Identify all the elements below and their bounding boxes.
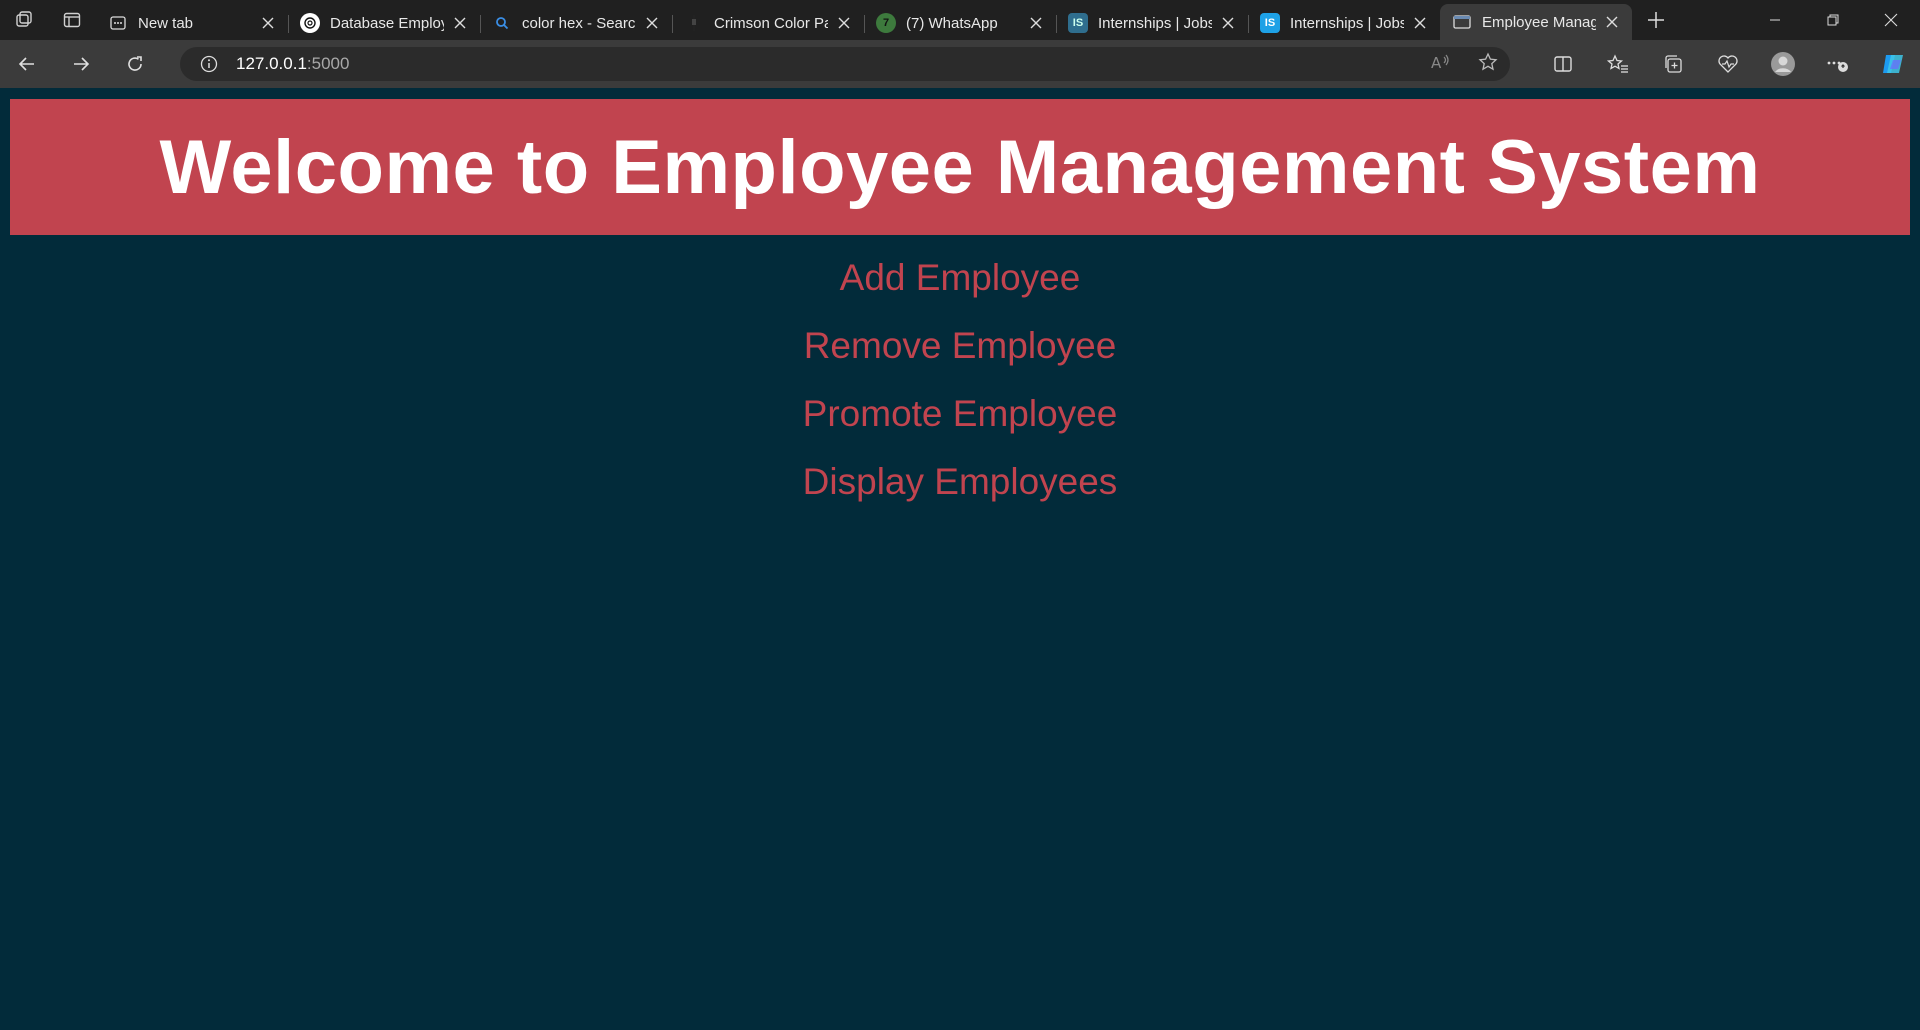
tab-title: color hex - Searc	[522, 14, 636, 32]
whatsapp-icon: 7	[876, 13, 896, 33]
page-title: Welcome to Employee Management System	[159, 124, 1761, 210]
newtab-icon	[108, 13, 128, 33]
forward-icon[interactable]	[54, 40, 108, 88]
search-icon	[492, 13, 512, 33]
close-tab-icon[interactable]	[1410, 13, 1430, 33]
display-employees-link[interactable]: Display Employees	[803, 458, 1118, 526]
tab-title: Database Employ	[330, 14, 444, 32]
settings-more-icon[interactable]	[1810, 40, 1865, 88]
read-aloud-icon[interactable]: A	[1430, 53, 1452, 76]
minimize-icon[interactable]	[1746, 0, 1804, 40]
tab-title: Crimson Color Pa	[714, 14, 828, 32]
tab-title: Internships | Jobs	[1290, 14, 1404, 32]
tab-database-employ[interactable]: Database Employ	[288, 6, 480, 40]
new-tab-button[interactable]	[1636, 0, 1676, 40]
tab-crimson-color[interactable]: Crimson Color Pa	[672, 6, 864, 40]
remove-employee-link[interactable]: Remove Employee	[804, 322, 1117, 390]
page-content: Welcome to Employee Management System Ad…	[0, 88, 1920, 1030]
add-employee-link[interactable]: Add Employee	[840, 254, 1081, 322]
favorite-star-icon[interactable]	[1478, 51, 1498, 77]
title-banner: Welcome to Employee Management System	[10, 99, 1910, 235]
svg-text:A: A	[1431, 54, 1442, 71]
url-port: :5000	[306, 54, 350, 73]
page-icon	[1452, 12, 1472, 32]
window-controls	[1746, 0, 1920, 40]
close-tab-icon[interactable]	[642, 13, 662, 33]
tab-new-tab[interactable]: New tab	[96, 6, 288, 40]
crimson-icon	[684, 13, 704, 33]
close-tab-icon[interactable]	[258, 13, 278, 33]
close-tab-icon[interactable]	[1602, 12, 1622, 32]
internshala-icon: IS	[1068, 13, 1088, 33]
tab-actions-icon[interactable]	[48, 0, 96, 40]
tab-employee-manag[interactable]: Employee Manag	[1440, 4, 1632, 40]
restore-icon[interactable]	[1804, 0, 1862, 40]
close-tab-icon[interactable]	[450, 13, 470, 33]
browser-toolbar: 127.0.0.1:5000 A	[0, 40, 1920, 88]
close-tab-icon[interactable]	[1218, 13, 1238, 33]
address-bar[interactable]: 127.0.0.1:5000 A	[180, 47, 1510, 81]
browser-essentials-icon[interactable]	[1700, 40, 1755, 88]
browser-tab-bar: New tab Database Employ color hex - Sear…	[0, 0, 1920, 40]
url-host: 127.0.0.1	[236, 54, 307, 73]
internshala-icon: IS	[1260, 13, 1280, 33]
toolbar-right	[1535, 40, 1920, 88]
main-menu: Add Employee Remove Employee Promote Emp…	[0, 254, 1920, 526]
tab-title: Employee Manag	[1482, 13, 1596, 31]
split-screen-icon[interactable]	[1535, 40, 1590, 88]
favorites-icon[interactable]	[1590, 40, 1645, 88]
tab-strip: New tab Database Employ color hex - Sear…	[96, 0, 1632, 40]
collections-icon[interactable]	[1645, 40, 1700, 88]
close-window-icon[interactable]	[1862, 0, 1920, 40]
tab-whatsapp[interactable]: 7 (7) WhatsApp	[864, 6, 1056, 40]
tab-title: Internships | Jobs	[1098, 14, 1212, 32]
tab-color-hex-search[interactable]: color hex - Searc	[480, 6, 672, 40]
tab-title: (7) WhatsApp	[906, 14, 998, 32]
site-info-icon[interactable]	[198, 53, 220, 75]
chatgpt-icon	[300, 13, 320, 33]
refresh-icon[interactable]	[108, 40, 162, 88]
close-tab-icon[interactable]	[1026, 13, 1046, 33]
tab-title: New tab	[138, 14, 194, 32]
promote-employee-link[interactable]: Promote Employee	[803, 390, 1118, 458]
workspaces-icon[interactable]	[0, 0, 48, 40]
tab-internships-2[interactable]: IS Internships | Jobs	[1248, 6, 1440, 40]
back-icon[interactable]	[0, 40, 54, 88]
tab-internships-1[interactable]: IS Internships | Jobs	[1056, 6, 1248, 40]
close-tab-icon[interactable]	[834, 13, 854, 33]
copilot-icon[interactable]	[1865, 40, 1920, 88]
profile-avatar-icon[interactable]	[1755, 40, 1810, 88]
